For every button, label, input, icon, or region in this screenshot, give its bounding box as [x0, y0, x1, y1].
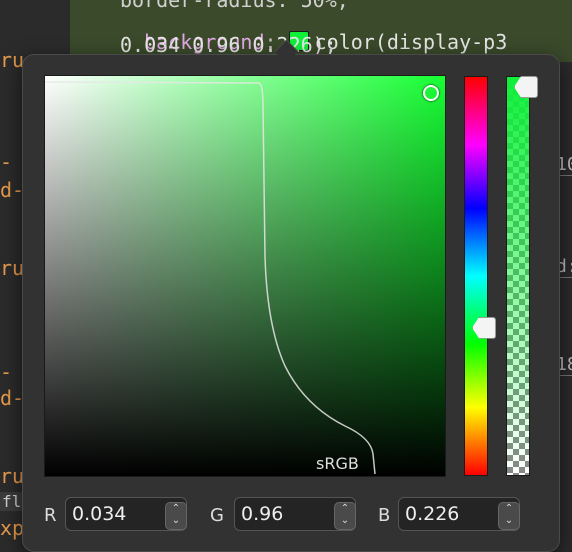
- field-label-r: R: [44, 505, 57, 526]
- gutter-fragment: ru: [0, 48, 25, 72]
- alpha-gradient: [507, 77, 529, 475]
- stepper-down-icon[interactable]: ⌄: [499, 515, 519, 527]
- color-plane[interactable]: sRGB: [44, 75, 446, 477]
- gutter-fragment: ru: [0, 464, 25, 488]
- stepper-up-icon[interactable]: ⌃: [499, 503, 519, 515]
- stepper-up-icon[interactable]: ⌃: [335, 503, 355, 515]
- rgb-fields: R ⌃ ⌄ G ⌃ ⌄ B ⌃ ⌄: [44, 497, 534, 533]
- gutter-fragment: d-: [0, 178, 25, 202]
- field-label-b: B: [378, 505, 391, 526]
- stepper-up-icon[interactable]: ⌃: [166, 503, 186, 515]
- gamut-label: sRGB: [316, 454, 359, 473]
- alpha-slider[interactable]: [506, 76, 530, 476]
- green-stepper[interactable]: ⌃ ⌄: [334, 502, 356, 530]
- hue-slider[interactable]: [464, 76, 488, 476]
- gutter-fragment: ru: [0, 256, 25, 280]
- gutter-fragment: -: [0, 150, 13, 174]
- blue-stepper[interactable]: ⌃ ⌄: [498, 502, 520, 530]
- stepper-down-icon[interactable]: ⌄: [166, 515, 186, 527]
- color-plane-handle[interactable]: [423, 85, 439, 101]
- gutter-fragment: d-: [0, 386, 25, 410]
- gutter-fragment: -: [0, 360, 13, 384]
- field-label-g: G: [210, 505, 224, 526]
- stepper-down-icon[interactable]: ⌄: [335, 515, 355, 527]
- red-stepper[interactable]: ⌃ ⌄: [165, 502, 187, 530]
- css-value-function: color(display-p3: [314, 30, 508, 54]
- srgb-gamut-boundary: [45, 81, 376, 475]
- gutter-fragment: xp: [0, 516, 25, 540]
